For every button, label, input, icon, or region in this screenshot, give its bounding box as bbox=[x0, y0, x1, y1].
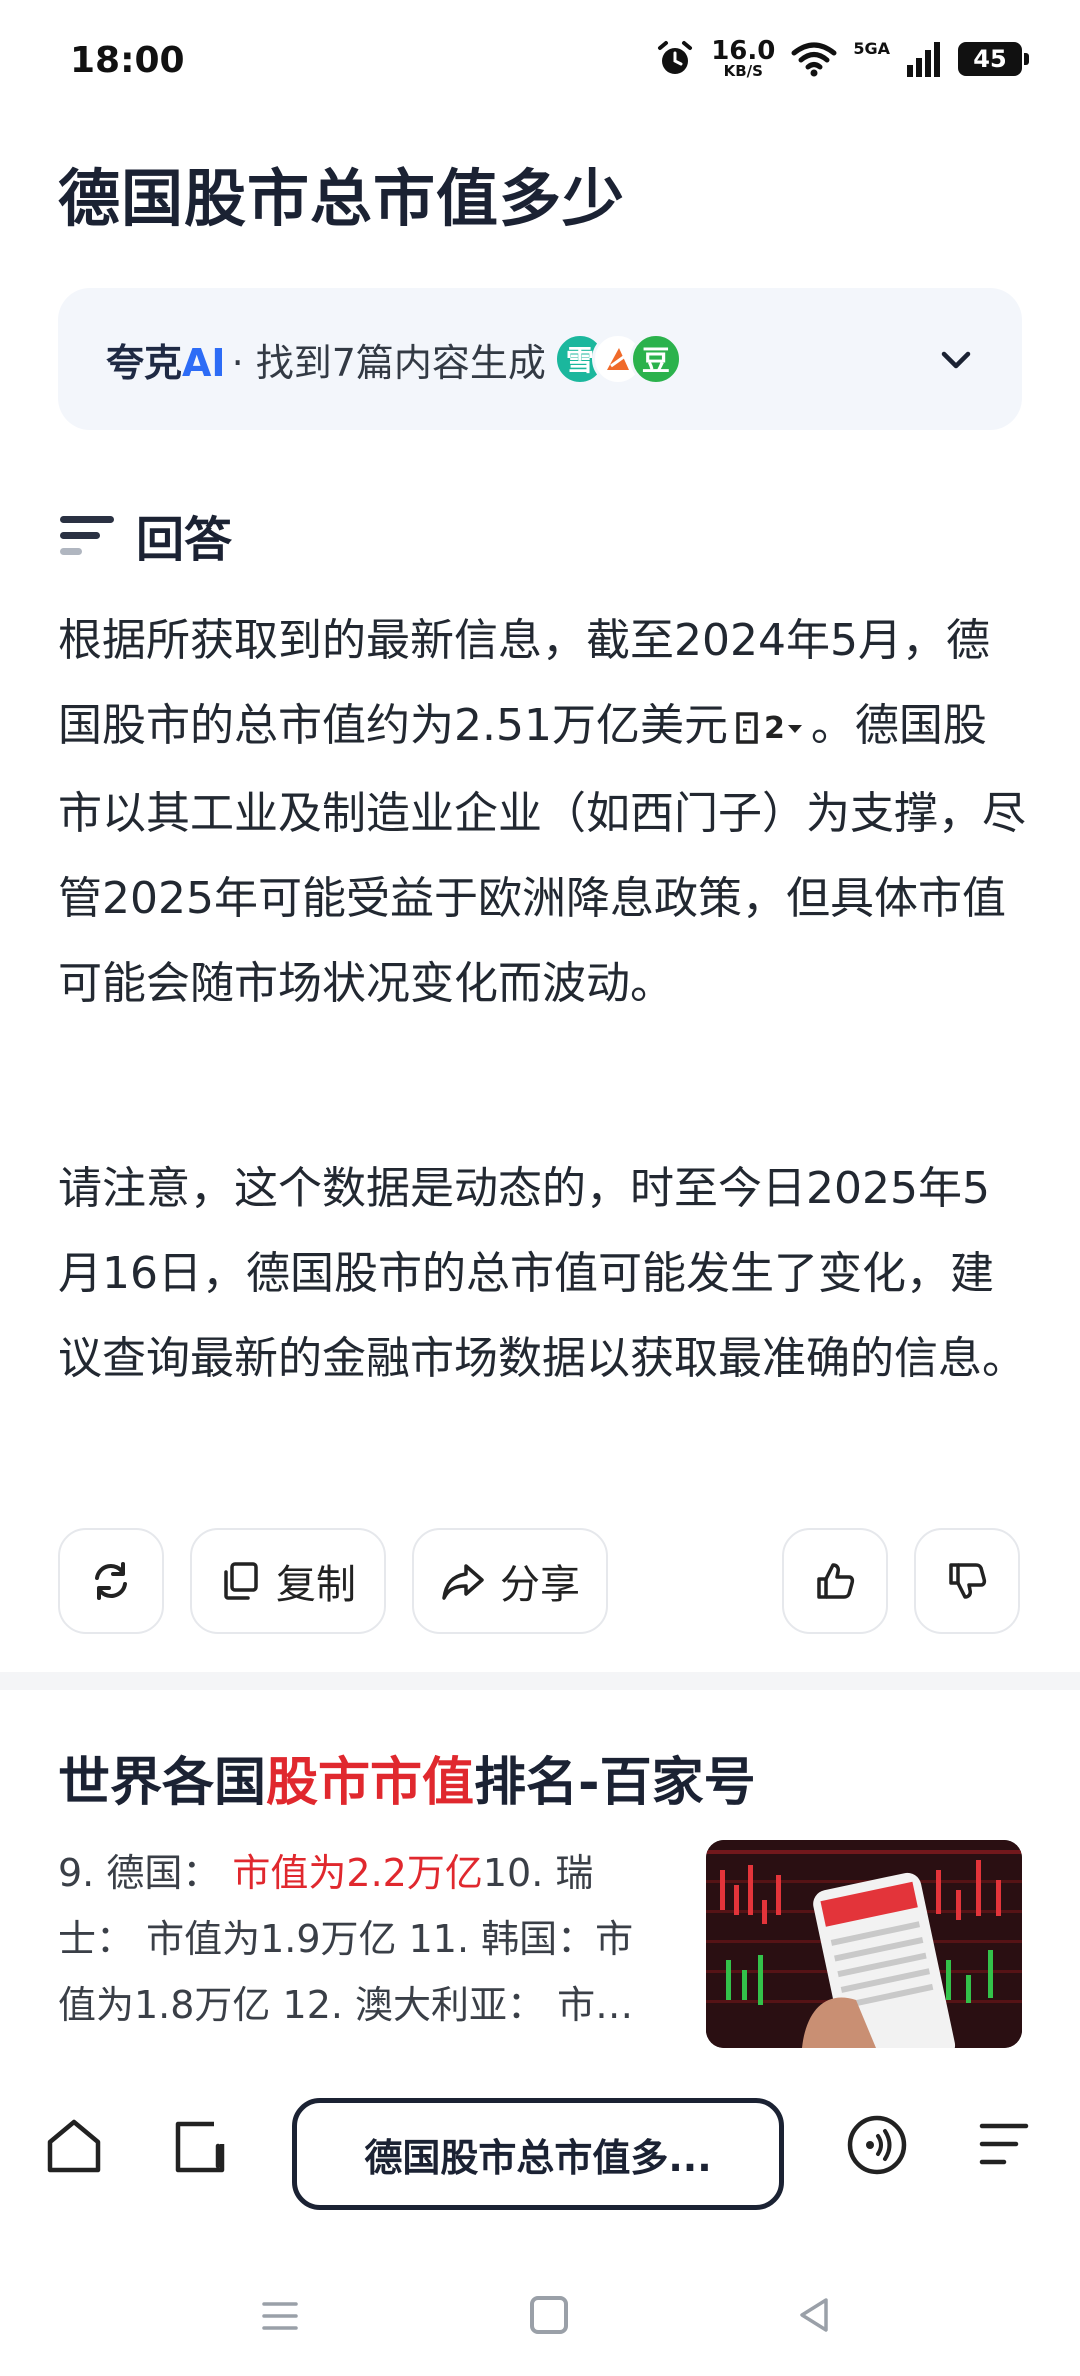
alarm-icon bbox=[658, 40, 693, 74]
thumbs-down-icon bbox=[949, 1563, 987, 1599]
network-type: 5GA bbox=[853, 39, 890, 58]
menu-icon[interactable] bbox=[976, 2118, 1032, 2170]
recent-apps-icon[interactable] bbox=[260, 2298, 300, 2334]
status-time: 18:00 bbox=[70, 40, 185, 81]
net-speed: 16.0 KB/S bbox=[711, 36, 776, 80]
wifi-icon bbox=[791, 42, 837, 76]
search-query-box[interactable]: 德国股市总市值多... bbox=[292, 2098, 784, 2210]
status-bar: 18:00 16.0 KB/S 5GA 45 bbox=[0, 0, 1080, 126]
like-button[interactable] bbox=[782, 1528, 888, 1634]
ai-found-text: · 找到7篇内容生成 bbox=[231, 340, 546, 385]
answer-paragraph: 根据所获取到的最新信息，截至2024年5月，德国股市的总市值约为2.51万亿美元… bbox=[58, 615, 1026, 1009]
ai-brand: 夸克AI bbox=[106, 340, 226, 385]
status-icons: 16.0 KB/S 5GA 45 bbox=[655, 36, 1029, 80]
battery-icon: 45 bbox=[958, 41, 1029, 76]
answer-header: 回答 bbox=[60, 500, 232, 570]
copy-label: 复制 bbox=[276, 1562, 356, 1608]
regenerate-button[interactable] bbox=[58, 1528, 164, 1634]
share-icon bbox=[442, 1564, 484, 1600]
result-thumbnail[interactable] bbox=[706, 1840, 1022, 2048]
bottom-toolbar: 德国股市总市值多... bbox=[0, 2058, 1080, 2258]
result-snippet[interactable]: 9. 德国： 市值为2.2万亿10. 瑞士： 市值为1.9万亿 11. 韩国：市… bbox=[58, 1840, 668, 2038]
document-icon bbox=[736, 712, 758, 744]
share-label: 分享 bbox=[500, 1562, 580, 1608]
back-icon[interactable] bbox=[794, 2294, 834, 2336]
copy-button[interactable]: 复制 bbox=[190, 1528, 386, 1634]
copy-icon bbox=[224, 1562, 258, 1600]
caret-down-icon bbox=[787, 725, 802, 733]
source-avatars: 雪 豆 bbox=[553, 333, 682, 385]
answer-lines-icon bbox=[60, 510, 114, 560]
voice-icon[interactable] bbox=[846, 2114, 908, 2176]
refresh-icon bbox=[95, 1562, 127, 1600]
dislike-button[interactable] bbox=[914, 1528, 1020, 1634]
system-nav-bar bbox=[0, 2258, 1080, 2376]
tabs-icon[interactable] bbox=[170, 2116, 230, 2176]
answer-actions: 复制 分享 bbox=[58, 1528, 1022, 1634]
page-title: 德国股市总市值多少 bbox=[58, 162, 626, 235]
home-button-icon[interactable] bbox=[530, 2296, 568, 2334]
answer-title: 回答 bbox=[136, 512, 233, 568]
answer-paragraph: 请注意，这个数据是动态的，时至今日2025年5月16日，德国股市的总市值可能发生… bbox=[58, 1163, 1026, 1384]
signal-icon bbox=[907, 41, 940, 77]
home-icon[interactable] bbox=[44, 2116, 104, 2176]
thumbs-up-icon bbox=[817, 1563, 855, 1599]
chevron-down-icon[interactable] bbox=[934, 338, 978, 382]
source-avatar: 豆 bbox=[629, 333, 682, 385]
citation-badge[interactable]: 2 bbox=[734, 686, 805, 771]
ai-summary-card[interactable]: 夸克AI · 找到7篇内容生成 雪 豆 bbox=[58, 288, 1022, 430]
section-divider bbox=[0, 1672, 1080, 1690]
share-button[interactable]: 分享 bbox=[412, 1528, 608, 1634]
result-title[interactable]: 世界各国股市市值排名-百家号 bbox=[58, 1740, 756, 1815]
